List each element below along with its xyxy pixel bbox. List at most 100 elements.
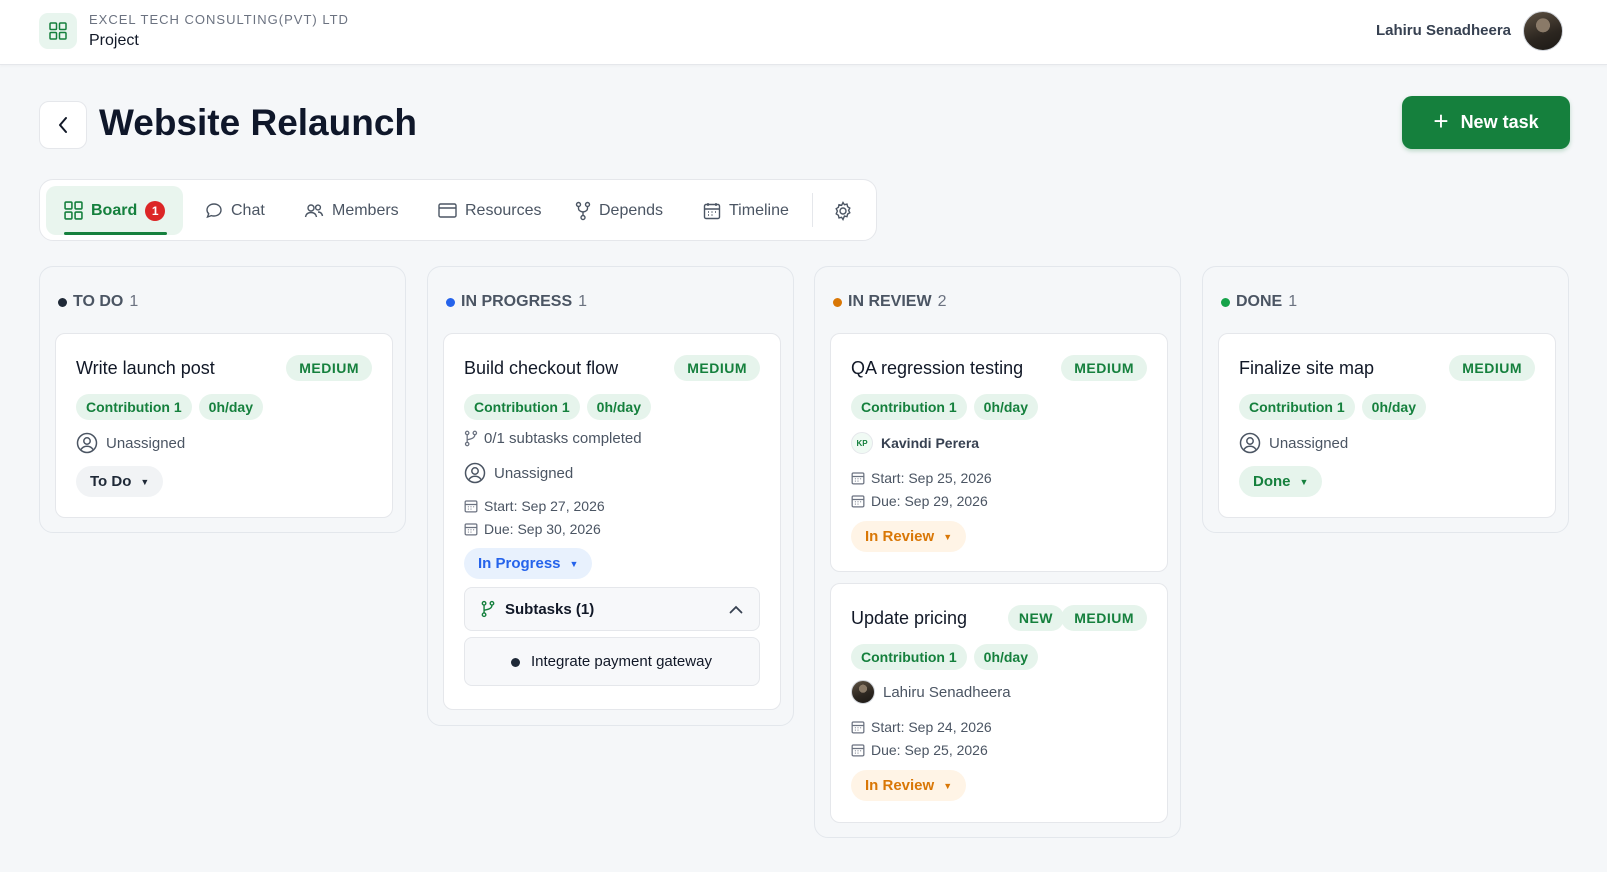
caret-down-icon: ▼ bbox=[569, 559, 579, 569]
tab-board-label: Board bbox=[91, 201, 138, 219]
assignee-name: Kavindi Perera bbox=[881, 435, 980, 451]
status-dropdown[interactable]: In Review ▼ bbox=[851, 770, 967, 801]
start-date-row: Start: Sep 25, 2026 bbox=[851, 470, 992, 486]
calendar-icon bbox=[851, 721, 865, 734]
rate-chip: 0h/day bbox=[1361, 394, 1427, 420]
calendar-icon bbox=[851, 744, 865, 757]
page-title: Website Relaunch bbox=[99, 102, 418, 143]
branch-icon bbox=[481, 600, 495, 618]
user-avatar[interactable] bbox=[1523, 11, 1563, 51]
column-done: DONE 1 Finalize site map MEDIUM Contribu… bbox=[1202, 266, 1569, 533]
status-dropdown[interactable]: Done ▼ bbox=[1239, 466, 1323, 497]
subtasks-progress-row: 0/1 subtasks completed bbox=[464, 430, 642, 447]
caret-down-icon: ▼ bbox=[140, 477, 150, 487]
column-title: IN REVIEW bbox=[848, 293, 932, 310]
tab-timeline[interactable]: Timeline bbox=[703, 186, 789, 235]
assignee-row: Unassigned bbox=[76, 432, 185, 454]
board-icon bbox=[64, 201, 83, 220]
start-date: Start: Sep 27, 2026 bbox=[484, 498, 605, 514]
assignee-row: Unassigned bbox=[1239, 432, 1348, 454]
column-title: DONE bbox=[1236, 293, 1283, 310]
tab-members[interactable]: Members bbox=[304, 186, 399, 235]
user-name[interactable]: Lahiru Senadheera bbox=[1376, 22, 1511, 39]
due-date-row: Due: Sep 30, 2026 bbox=[464, 521, 601, 537]
section-label: Project bbox=[89, 32, 139, 49]
caret-down-icon: ▼ bbox=[943, 532, 953, 542]
assignee-row: Lahiru Senadheera bbox=[851, 680, 1011, 704]
rate-chip: 0h/day bbox=[973, 394, 1039, 420]
status-dropdown[interactable]: In Progress ▼ bbox=[464, 548, 593, 579]
task-title: Build checkout flow bbox=[464, 358, 619, 378]
calendar-icon bbox=[464, 523, 478, 536]
assignee-name: Unassigned bbox=[106, 434, 186, 452]
app-grid-icon[interactable] bbox=[39, 13, 77, 49]
assignee-name: Unassigned bbox=[494, 464, 574, 482]
task-card[interactable]: Finalize site map MEDIUM Contribution 1 … bbox=[1218, 333, 1556, 518]
column-title: TO DO bbox=[73, 293, 124, 310]
start-date: Start: Sep 24, 2026 bbox=[871, 719, 992, 735]
task-card[interactable]: Update pricing NEW MEDIUM Contribution 1… bbox=[830, 583, 1168, 823]
column-todo: TO DO 1 Write launch post MEDIUM Contrib… bbox=[39, 266, 406, 533]
status-label: In Review bbox=[865, 528, 935, 545]
settings-button[interactable] bbox=[826, 194, 860, 228]
branch-icon bbox=[575, 201, 591, 220]
tab-board[interactable]: Board 1 bbox=[46, 186, 184, 235]
new-task-button[interactable]: + New task bbox=[1402, 96, 1570, 149]
calendar-icon bbox=[851, 495, 865, 508]
column-in-progress: IN PROGRESS 1 Build checkout flow MEDIUM… bbox=[427, 266, 794, 726]
column-header: IN PROGRESS 1 bbox=[446, 293, 587, 311]
new-badge: NEW bbox=[1007, 605, 1064, 631]
task-title: Write launch post bbox=[76, 358, 215, 378]
task-card[interactable]: QA regression testing MEDIUM Contributio… bbox=[830, 333, 1168, 572]
subtasks-progress: 0/1 subtasks completed bbox=[484, 430, 642, 447]
priority-badge: MEDIUM bbox=[1061, 605, 1147, 631]
caret-down-icon: ▼ bbox=[1299, 477, 1309, 487]
back-button[interactable] bbox=[39, 101, 87, 149]
due-date: Due: Sep 29, 2026 bbox=[871, 493, 988, 509]
start-date: Start: Sep 25, 2026 bbox=[871, 470, 992, 486]
tab-members-label: Members bbox=[332, 201, 399, 219]
column-header: IN REVIEW 2 bbox=[833, 293, 946, 311]
column-title: IN PROGRESS bbox=[461, 293, 573, 310]
subtask-item[interactable]: Integrate payment gateway bbox=[464, 637, 760, 686]
tab-chat[interactable]: Chat bbox=[205, 186, 265, 235]
status-dot bbox=[446, 297, 455, 307]
column-count: 2 bbox=[937, 293, 947, 310]
tab-resources-label: Resources bbox=[465, 201, 542, 219]
priority-badge: MEDIUM bbox=[1061, 355, 1147, 381]
task-card[interactable]: Build checkout flow MEDIUM Contribution … bbox=[443, 333, 781, 710]
user-circle-icon bbox=[76, 432, 98, 454]
status-dot bbox=[1221, 297, 1230, 307]
tab-depends-label: Depends bbox=[599, 201, 664, 219]
assignee-name: Lahiru Senadheera bbox=[883, 683, 1011, 701]
tab-resources[interactable]: Resources bbox=[438, 186, 541, 235]
status-label: In Progress bbox=[478, 555, 561, 572]
subtasks-label: Subtasks (1) bbox=[505, 600, 595, 618]
new-task-label: New task bbox=[1460, 112, 1539, 132]
status-label: To Do bbox=[90, 473, 132, 490]
contribution-chip: Contribution 1 bbox=[851, 394, 967, 420]
column-count: 1 bbox=[1288, 293, 1298, 310]
task-title: Update pricing bbox=[851, 608, 968, 628]
subtask-title: Integrate payment gateway bbox=[531, 653, 712, 670]
status-label: In Review bbox=[865, 777, 935, 794]
status-dropdown[interactable]: In Review ▼ bbox=[851, 521, 967, 552]
status-dot bbox=[58, 297, 67, 307]
priority-badge: MEDIUM bbox=[674, 355, 760, 381]
caret-down-icon: ▼ bbox=[943, 781, 953, 791]
assignee-row: KP Kavindi Perera bbox=[851, 432, 979, 454]
priority-badge: MEDIUM bbox=[286, 355, 372, 381]
assignee-row: Unassigned bbox=[464, 462, 573, 484]
status-label: Done bbox=[1253, 473, 1291, 490]
task-card[interactable]: Write launch post MEDIUM Contribution 1 … bbox=[55, 333, 393, 518]
avatar: KP bbox=[851, 432, 873, 454]
due-date-row: Due: Sep 25, 2026 bbox=[851, 742, 988, 758]
gear-icon bbox=[835, 201, 851, 221]
tab-depends[interactable]: Depends bbox=[575, 186, 663, 235]
status-dropdown[interactable]: To Do ▼ bbox=[76, 466, 164, 497]
tab-divider bbox=[812, 193, 813, 227]
task-title: Finalize site map bbox=[1239, 358, 1375, 378]
subtasks-toggle[interactable]: Subtasks (1) bbox=[464, 587, 760, 631]
branch-icon bbox=[464, 430, 478, 447]
user-circle-icon bbox=[1239, 432, 1261, 454]
